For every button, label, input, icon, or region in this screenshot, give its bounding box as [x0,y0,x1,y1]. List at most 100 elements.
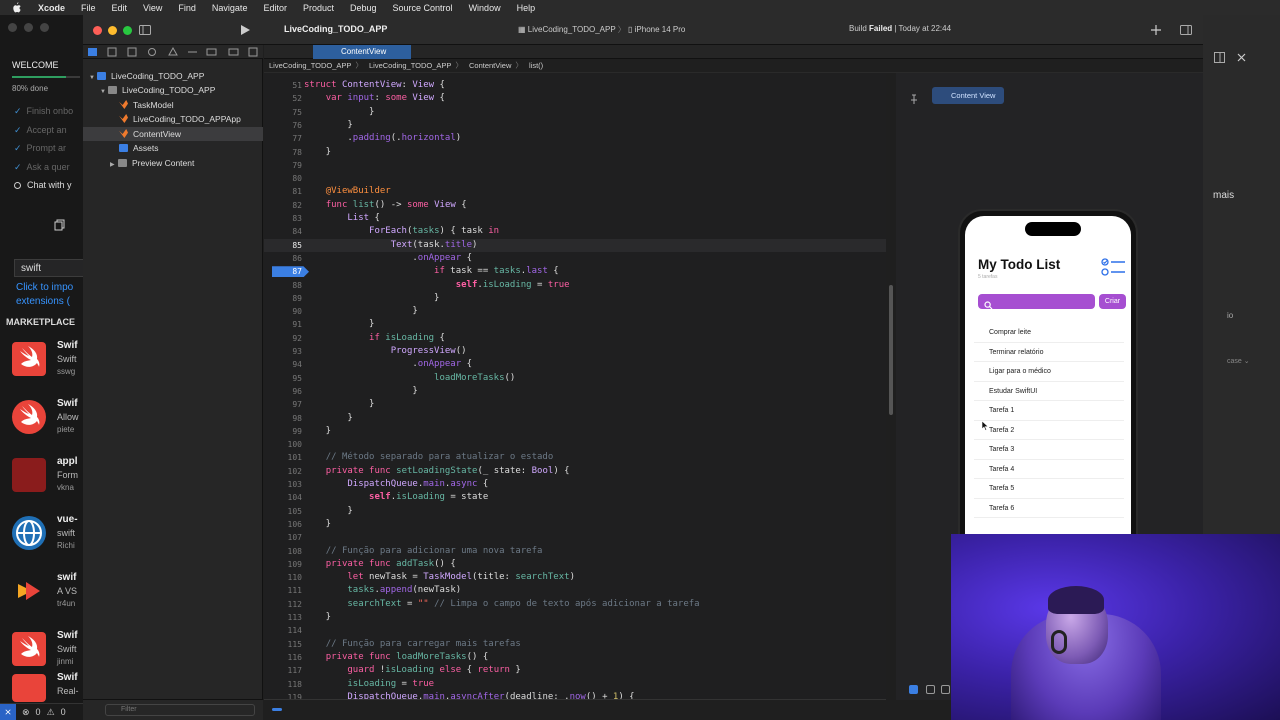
menu-file[interactable]: File [81,3,96,13]
build-status[interactable]: Build Failed | Today at 22:44 [849,24,951,33]
step-item[interactable]: ✓ Accept an [14,121,73,140]
code-line[interactable]: 97 } [264,398,886,411]
code-line[interactable]: 104 self.isLoading = state [264,491,886,504]
extension-item[interactable]: swif A VS tr4un [12,572,83,616]
task-list-item[interactable]: Tarefa 5 [974,479,1124,499]
code-line[interactable]: 79 [264,159,886,172]
code-line[interactable]: 102 private func setLoadingState(_ state… [264,465,886,478]
code-line[interactable]: 75 } [264,106,886,119]
task-list-item[interactable]: Ligar para o médico [974,362,1124,382]
code-line[interactable]: 99 } [264,425,886,438]
code-line[interactable]: 118 isLoading = true [264,678,886,691]
code-line[interactable]: 94 .onAppear { [264,358,886,371]
disclosure-closed-icon[interactable]: ▶ [110,158,118,172]
zoom-window-button[interactable] [123,26,132,35]
code-line[interactable]: 85 Text(task.title) [264,238,886,252]
step-item[interactable]: ✓ Finish onbo [14,102,73,121]
extension-item[interactable]: vue- swift Richi [12,514,83,558]
code-line[interactable]: 90 } [264,305,886,318]
task-list-item[interactable]: Tarefa 6 [974,499,1124,518]
code-line[interactable]: 84 ForEach(tasks) { task in [264,225,886,238]
code-line[interactable]: 108 // Função para adicionar uma nova ta… [264,545,886,558]
code-line[interactable]: 106 } [264,518,886,531]
nav-item-preview-content[interactable]: ▶ Preview Content [83,156,263,170]
split-icon[interactable] [1214,52,1225,63]
menu-find[interactable]: Find [178,3,196,13]
breadcrumb-file[interactable]: ContentView [469,61,511,70]
extension-search-input[interactable]: swift [14,259,83,277]
menu-source-control[interactable]: Source Control [393,3,453,13]
code-line[interactable]: 103 DispatchQueue.main.async { [264,478,886,491]
menu-navigate[interactable]: Navigate [212,3,248,13]
nav-item-contentview[interactable]: ContentView [83,127,263,141]
import-extensions-link[interactable]: Click to impo extensions ( [16,281,73,309]
code-line[interactable]: 92 if isLoading { [264,332,886,345]
minimize-window-button[interactable] [108,26,117,35]
disclosure-open-icon[interactable]: ▼ [100,85,108,99]
navigator-tabs-icons[interactable] [83,45,263,59]
task-list-item[interactable]: Tarefa 1 [974,401,1124,421]
panel-dropdown[interactable]: case ⌄ [1227,357,1250,365]
copy-icon[interactable] [54,218,66,231]
task-list-item[interactable]: Terminar relatório [974,343,1124,362]
navigator-filter-input[interactable]: Filter [105,704,255,716]
editor-scrollbar[interactable] [889,285,893,415]
task-list-item[interactable]: Tarefa 2 [974,421,1124,440]
step-item[interactable]: ✓ Prompt ar [14,139,73,158]
menu-window[interactable]: Window [469,3,501,13]
run-icon[interactable] [239,23,251,35]
warning-count[interactable]: 0 [61,707,66,717]
extension-item[interactable]: Swif Allow piete [12,398,83,442]
menu-app-xcode[interactable]: Xcode [38,3,65,13]
code-line[interactable]: 51 struct ContentView: View { [264,79,886,92]
scheme-selector[interactable]: ▦ LiveCoding_TODO_APP 〉 ▯ iPhone 14 Pro [518,24,685,35]
code-line[interactable]: 105 } [264,505,886,518]
nav-item-taskmodel[interactable]: TaskModel [83,98,263,112]
code-line[interactable]: 100 [264,438,886,451]
breadcrumb-folder[interactable]: LiveCoding_TODO_APP [369,61,451,70]
code-line[interactable]: 96 } [264,385,886,398]
nav-item-project[interactable]: ▼ LiveCoding_TODO_APP [83,69,263,83]
task-search-field[interactable] [978,294,1095,310]
code-line[interactable]: 113 } [264,611,886,624]
menu-help[interactable]: Help [517,3,536,13]
code-line[interactable]: 116 private func loadMoreTasks() { [264,651,886,664]
remote-icon[interactable]: ⨯ [0,703,16,720]
code-line[interactable]: 109 private func addTask() { [264,558,886,571]
code-line[interactable]: 81 @ViewBuilder [264,185,886,198]
selectable-preview-icon[interactable] [926,685,935,694]
device-selector[interactable]: iPhone 14 Pro [635,25,686,34]
breadcrumb-symbol[interactable]: list() [529,61,543,70]
menu-editor[interactable]: Editor [263,3,287,13]
step-item[interactable]: ✓ Ask a quer [14,158,73,177]
code-line[interactable]: 110 let newTask = TaskModel(title: searc… [264,571,886,584]
code-line[interactable]: 107 [264,531,886,544]
close-icon[interactable] [1236,52,1247,63]
code-line[interactable]: 80 [264,172,886,185]
debug-area-indicator[interactable] [272,708,282,711]
code-line[interactable]: 78 } [264,146,886,159]
code-line[interactable]: 83 List { [264,212,886,225]
code-line[interactable]: 117 guard !isLoading else { return } [264,664,886,677]
tab-contentview[interactable]: ContentView [313,45,411,59]
error-count[interactable]: 0 [36,707,41,717]
add-icon[interactable] [1150,23,1162,35]
code-line[interactable]: 86 .onAppear { [264,252,886,265]
code-line[interactable]: 76 } [264,119,886,132]
extension-item[interactable]: Swif Swift jinmi [12,630,83,674]
preview-selector[interactable]: Content View [932,87,1004,104]
live-preview-icon[interactable] [909,685,918,694]
close-window-button[interactable] [93,26,102,35]
code-line[interactable]: 111 tasks.append(newTask) [264,584,886,597]
code-line[interactable]: 77 .padding(.horizontal) [264,132,886,145]
code-line[interactable]: 115 // Função para carregar mais tarefas [264,638,886,651]
menu-debug[interactable]: Debug [350,3,377,13]
code-line[interactable]: 101 // Método separado para atualizar o … [264,451,886,464]
menu-view[interactable]: View [143,3,162,13]
code-line[interactable]: 52 var input: some View { [264,92,886,105]
task-list-item[interactable]: Tarefa 3 [974,440,1124,460]
nav-item-app[interactable]: LiveCoding_TODO_APPApp [83,112,263,126]
apple-icon[interactable] [12,2,24,13]
code-line[interactable]: 87 if task == tasks.last { [264,265,886,278]
task-list-item[interactable]: Comprar leite [974,323,1124,343]
